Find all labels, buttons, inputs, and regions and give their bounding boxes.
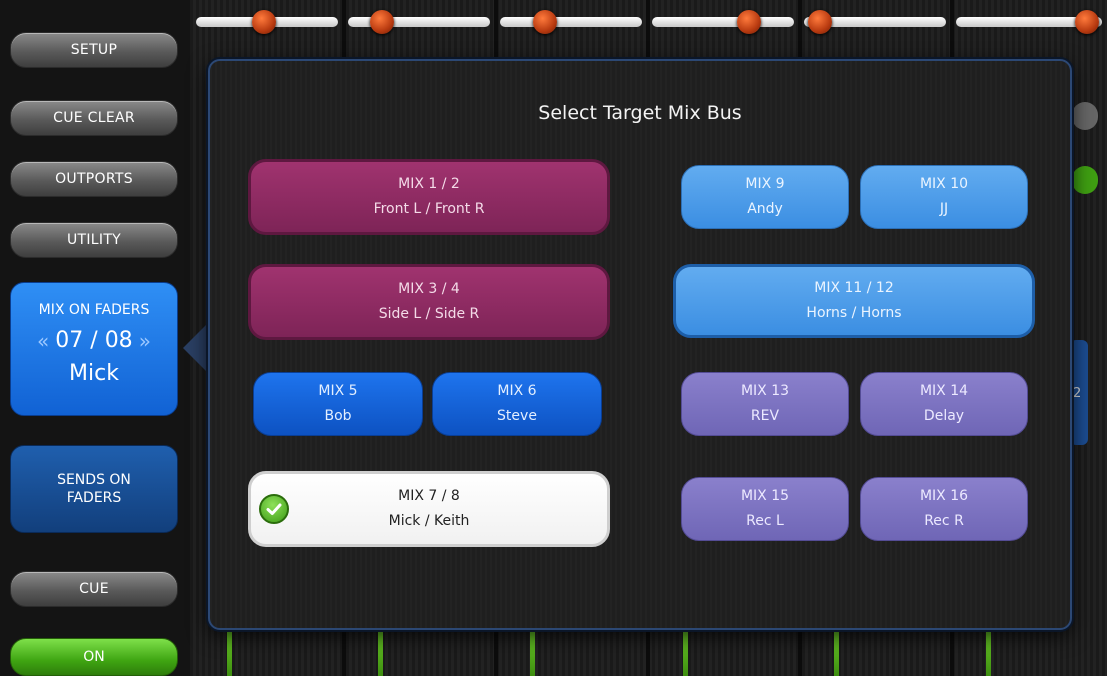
setup-button[interactable]: SETUP: [10, 32, 178, 68]
mix-bus-name: JJ: [939, 201, 949, 217]
send-level-knob[interactable]: [808, 10, 832, 34]
mix-bus-name: Steve: [497, 408, 537, 424]
cue-button[interactable]: CUE: [10, 571, 178, 607]
mix-bus-label: MIX 13: [740, 383, 790, 399]
popup-title: Select Target Mix Bus: [538, 102, 742, 124]
mix-on-faders-button[interactable]: MIX ON FADERS « 07 / 08 » Mick: [10, 282, 178, 416]
mix-on-faders-label: MIX ON FADERS: [38, 302, 150, 318]
checkmark-icon: [259, 494, 289, 524]
on-button[interactable]: ON: [10, 638, 178, 676]
mix-bus-label: MIX 7 / 8: [398, 488, 460, 504]
send-level-knob[interactable]: [370, 10, 394, 34]
mix-bus-name: Bob: [324, 408, 352, 424]
mix-bus-name: Delay: [923, 408, 965, 424]
mix-bus-name: Andy: [747, 201, 783, 217]
mix-bus-label: MIX 10: [919, 176, 969, 192]
mix-14-button[interactable]: MIX 14 Delay: [860, 372, 1028, 436]
strip-on-button[interactable]: [1072, 166, 1098, 194]
mix-1-2-button[interactable]: MIX 1 / 2 Front L / Front R: [248, 159, 610, 235]
mix-13-button[interactable]: MIX 13 REV: [681, 372, 849, 436]
mix-7-8-button[interactable]: MIX 7 / 8 Mick / Keith: [248, 471, 610, 547]
mix-bus-label: MIX 16: [919, 488, 969, 504]
fader-level-line: [986, 626, 991, 676]
utility-button[interactable]: UTILITY: [10, 222, 178, 258]
mix-bus-name: REV: [750, 408, 780, 424]
mix-bus-name: Side L / Side R: [378, 306, 480, 322]
fader-level-line: [530, 626, 535, 676]
mix-bus-name: Horns / Horns: [806, 305, 902, 321]
mix-bus-label: MIX 11 / 12: [814, 280, 894, 296]
mix-bus-label: MIX 15: [740, 488, 790, 504]
next-mix-icon[interactable]: »: [139, 329, 151, 353]
send-level-knob[interactable]: [1075, 10, 1099, 34]
mix-6-button[interactable]: MIX 6 Steve: [432, 372, 602, 436]
mix-11-12-button[interactable]: MIX 11 / 12 Horns / Horns: [673, 264, 1035, 338]
mix-bus-label: MIX 6: [497, 383, 537, 399]
current-mix-name: Mick: [69, 361, 119, 386]
sends-on-faders-label-line2: FADERS: [66, 490, 122, 506]
mix-bus-name: Mick / Keith: [388, 513, 470, 529]
mix-bus-name: Front L / Front R: [373, 201, 485, 217]
fader-level-line: [227, 626, 232, 676]
current-mix-number: 07 / 08: [55, 328, 133, 353]
prev-mix-icon[interactable]: «: [37, 329, 49, 353]
send-level-knob[interactable]: [252, 10, 276, 34]
fader-level-line: [834, 626, 839, 676]
mix-3-4-button[interactable]: MIX 3 / 4 Side L / Side R: [248, 264, 610, 340]
send-level-knob[interactable]: [737, 10, 761, 34]
strip-button[interactable]: [1072, 102, 1098, 130]
mix-10-button[interactable]: MIX 10 JJ: [860, 165, 1028, 229]
sends-on-faders-label-line1: SENDS ON: [57, 472, 131, 488]
mix-bus-label: MIX 3 / 4: [398, 281, 460, 297]
mix-5-button[interactable]: MIX 5 Bob: [253, 372, 423, 436]
send-level-track: [500, 17, 642, 27]
select-mix-bus-popup: Select Target Mix Bus MIX 1 / 2 Front L …: [208, 59, 1072, 630]
mix-16-button[interactable]: MIX 16 Rec R: [860, 477, 1028, 541]
cue-clear-button[interactable]: CUE CLEAR: [10, 100, 178, 136]
mix-9-button[interactable]: MIX 9 Andy: [681, 165, 849, 229]
mix-bus-label: MIX 9: [745, 176, 785, 192]
send-level-track: [652, 17, 794, 27]
sends-on-faders-button[interactable]: SENDS ON FADERS: [10, 445, 178, 533]
strip-number: 2: [1073, 386, 1082, 401]
mix-bus-label: MIX 14: [919, 383, 969, 399]
mix-bus-name: Rec R: [924, 513, 964, 529]
mix-bus-name: Rec L: [746, 513, 784, 529]
fader-level-line: [378, 626, 383, 676]
mix-bus-label: MIX 1 / 2: [398, 176, 460, 192]
send-level-knob[interactable]: [533, 10, 557, 34]
mix-bus-label: MIX 5: [318, 383, 358, 399]
fader-level-line: [683, 626, 688, 676]
popover-pointer: [183, 322, 209, 374]
mix-15-button[interactable]: MIX 15 Rec L: [681, 477, 849, 541]
outports-button[interactable]: OUTPORTS: [10, 161, 178, 197]
